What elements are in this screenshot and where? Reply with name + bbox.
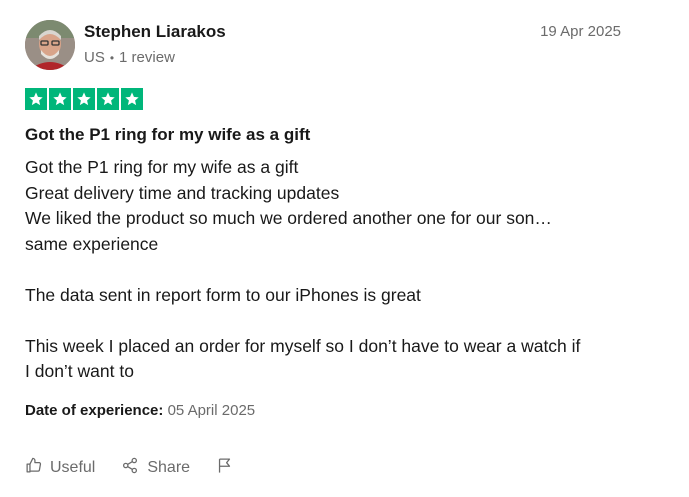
useful-button[interactable]: Useful <box>25 457 95 479</box>
reviewer-meta: US • 1 review <box>84 49 175 66</box>
report-button[interactable] <box>216 456 241 480</box>
flag-icon <box>216 456 241 480</box>
review-body-line: This week I placed an order for myself s… <box>25 335 581 356</box>
meta-separator: • <box>109 50 115 65</box>
review-body-line: The data sent in report form to our iPho… <box>25 284 421 305</box>
useful-label: Useful <box>50 459 96 476</box>
share-label: Share <box>147 459 191 476</box>
star-rating <box>25 88 143 110</box>
review-body-line: We liked the product so much we ordered … <box>25 208 552 228</box>
star-icon <box>73 88 95 110</box>
date-of-experience-value: 05 April 2025 <box>167 402 256 419</box>
avatar[interactable] <box>25 20 75 70</box>
star-icon <box>97 88 119 110</box>
review-body-line: same experience <box>25 233 159 254</box>
reviewer-name[interactable]: Stephen Liarakos <box>84 22 226 42</box>
review-body-line: I don’t want to <box>25 361 134 381</box>
reviewer-country: US <box>84 49 105 66</box>
review-body: Got the P1 ring for my wife as a gift Gre… <box>25 155 635 385</box>
review-date: 19 Apr 2025 <box>540 23 621 40</box>
star-icon <box>49 88 71 110</box>
review-body-line <box>25 257 635 283</box>
review-body-line: Got the P1 ring for my wife as a gift <box>25 157 299 177</box>
reviewer-review-count[interactable]: 1 review <box>119 49 175 66</box>
share-button[interactable]: Share <box>121 457 190 479</box>
star-icon <box>25 88 47 110</box>
review-body-line: Great delivery time and tracking updates <box>25 182 340 203</box>
star-icon <box>121 88 143 110</box>
thumbs-up-icon <box>25 457 50 479</box>
review-title[interactable]: Got the P1 ring for my wife as a gift <box>25 125 310 145</box>
review-body-line <box>25 308 635 334</box>
date-of-experience: Date of experience: 05 April 2025 <box>25 402 255 419</box>
review-actions: Useful Share <box>25 456 267 480</box>
share-icon <box>121 457 147 479</box>
date-of-experience-label: Date of experience: <box>25 402 164 419</box>
